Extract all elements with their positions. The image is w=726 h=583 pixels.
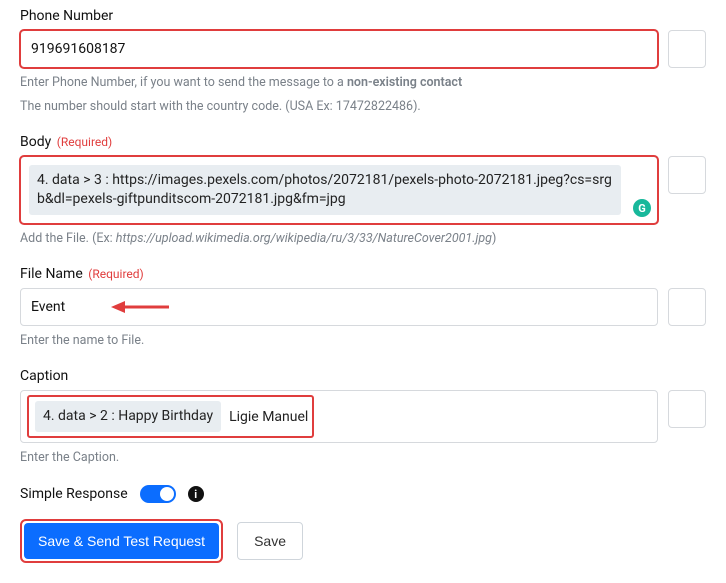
simple-response-label: Simple Response (20, 486, 128, 502)
phone-help-2: The number should start with the country… (20, 98, 706, 116)
body-label: Body (Required) (20, 134, 706, 150)
caption-field-menu[interactable] (668, 390, 706, 428)
filename-field-menu[interactable] (668, 288, 706, 326)
phone-label: Phone Number (20, 8, 706, 24)
body-input[interactable]: 4. data > 3 : https://images.pexels.com/… (20, 156, 658, 224)
save-button[interactable]: Save (237, 522, 303, 560)
filename-help: Enter the name to File. (20, 332, 706, 350)
body-chip[interactable]: 4. data > 3 : https://images.pexels.com/… (29, 165, 621, 215)
simple-response-toggle[interactable] (140, 485, 176, 503)
filename-value: Event (31, 299, 65, 315)
body-help: Add the File. (Ex: https://upload.wikime… (20, 230, 706, 248)
filename-label: File Name (Required) (20, 266, 706, 282)
save-send-button[interactable]: Save & Send Test Request (24, 523, 219, 559)
caption-extra-text: Ligie Manuel (229, 409, 308, 425)
phone-input-value: 919691608187 (31, 41, 125, 57)
phone-help-1: Enter Phone Number, if you want to send … (20, 74, 706, 92)
grammarly-icon[interactable]: G (633, 199, 651, 217)
phone-input[interactable]: 919691608187 (20, 30, 658, 68)
annotation-arrow-icon (111, 300, 171, 314)
caption-chip[interactable]: 4. data > 2 : Happy Birthday (35, 401, 221, 432)
caption-help: Enter the Caption. (20, 449, 706, 467)
filename-input[interactable]: Event (20, 288, 658, 326)
info-icon[interactable]: i (188, 486, 204, 502)
phone-field-menu[interactable] (668, 30, 706, 68)
caption-label: Caption (20, 368, 706, 384)
body-field-menu[interactable] (668, 156, 706, 194)
caption-input[interactable]: 4. data > 2 : Happy Birthday Ligie Manue… (20, 390, 658, 443)
save-send-highlight: Save & Send Test Request (20, 519, 223, 563)
